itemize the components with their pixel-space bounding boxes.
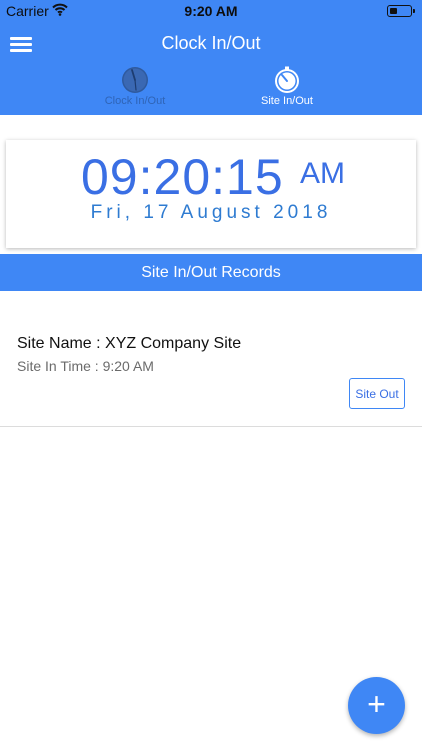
add-record-button[interactable]: +	[348, 677, 405, 734]
tab-site-in-out[interactable]: Site In/Out	[227, 66, 347, 112]
tab-clock-in-out-label: Clock In/Out	[104, 95, 166, 107]
clock-icon	[75, 66, 195, 94]
tab-clock-in-out[interactable]: Clock In/Out	[75, 66, 195, 112]
site-name-text: Site Name : XYZ Company Site	[17, 335, 242, 352]
battery-level	[389, 7, 397, 14]
records-section-header: Site In/Out Records	[0, 254, 422, 291]
site-out-button[interactable]: Site Out	[349, 378, 405, 409]
site-in-time-text: Site In Time : 9:20 AM	[17, 358, 154, 374]
clock-ampm: AM	[300, 157, 345, 190]
status-bar: Carrier 9:20 AM	[0, 0, 422, 22]
plus-icon: +	[367, 686, 386, 722]
battery-icon	[387, 5, 415, 17]
clock-date: Fri, 17 August 2018	[90, 202, 332, 223]
stopwatch-icon	[227, 66, 347, 94]
tab-site-in-out-label: Site In/Out	[261, 95, 313, 107]
header-bar: Clock In/Out Clock In/Out Site In/Out	[0, 22, 422, 115]
status-time: 9:20 AM	[184, 3, 238, 19]
list-item: Site Name : XYZ Company Site Site In Tim…	[0, 291, 422, 427]
page-title: Clock In/Out	[161, 33, 261, 53]
clock-time: 09:20:15	[81, 149, 284, 205]
clock-card: 09:20:15 AM Fri, 17 August 2018	[6, 140, 416, 248]
